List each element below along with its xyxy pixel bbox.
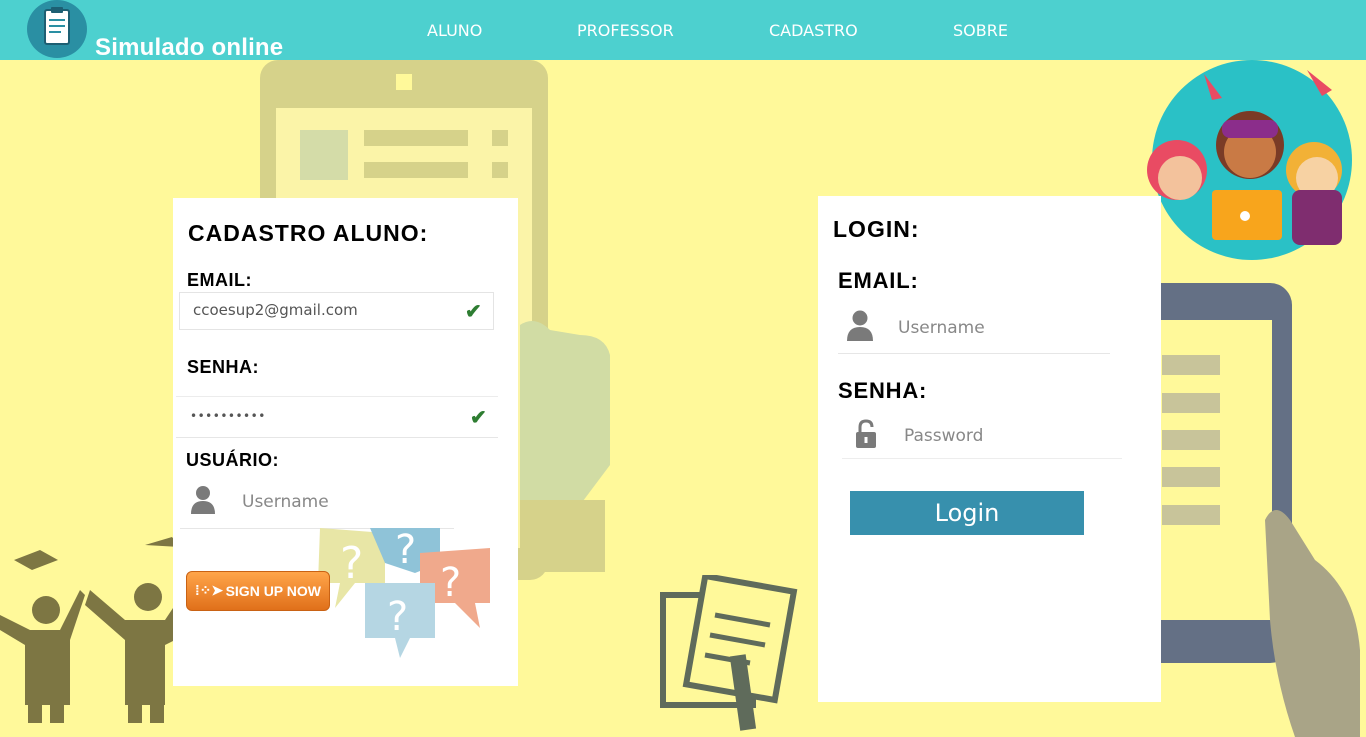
nav-sobre[interactable]: SOBRE xyxy=(953,21,1008,40)
register-email-label: EMAIL: xyxy=(187,270,252,290)
hand-stylus-illustration xyxy=(1265,510,1360,737)
register-senha-input[interactable] xyxy=(190,409,440,423)
question-bubbles-illustration: ? ? ? ? xyxy=(318,528,490,658)
login-senha-label: SENHA: xyxy=(838,378,928,403)
register-email-field: ✔ xyxy=(179,292,494,330)
hand-illustration xyxy=(520,321,610,572)
login-password-field xyxy=(842,410,1122,459)
site-title[interactable]: Simulado online xyxy=(95,34,283,62)
svg-text:?: ? xyxy=(395,528,416,573)
tablet-lines-illustration xyxy=(1162,355,1220,525)
user-icon xyxy=(191,486,215,514)
register-usuario-label: USUÁRIO: xyxy=(186,450,279,470)
clipboard-icon[interactable] xyxy=(27,0,87,58)
register-usuario-input[interactable] xyxy=(242,492,442,512)
nav-aluno[interactable]: ALUNO xyxy=(427,21,482,40)
check-icon: ✔ xyxy=(470,407,487,429)
kids-illustration xyxy=(1147,60,1352,260)
register-email-input[interactable] xyxy=(193,301,453,319)
lock-icon xyxy=(856,419,876,448)
register-senha-label: SENHA: xyxy=(187,357,260,377)
signup-button[interactable]: ⁞⁘➤ SIGN UP NOW xyxy=(186,571,330,611)
login-username-input[interactable] xyxy=(898,318,1098,338)
svg-text:?: ? xyxy=(387,594,408,640)
login-username-field xyxy=(838,303,1110,354)
login-password-input[interactable] xyxy=(904,426,1104,446)
login-email-label: EMAIL: xyxy=(838,268,919,293)
check-icon: ✔ xyxy=(465,301,482,323)
login-title: LOGIN: xyxy=(833,216,920,242)
phone-content-illustration xyxy=(300,74,508,180)
clipboard-icon-graphic xyxy=(44,7,70,45)
arrow-dots-icon: ⁞⁘➤ xyxy=(195,582,224,598)
register-senha-field: ✔ xyxy=(176,396,498,438)
user-icon xyxy=(847,310,873,341)
svg-text:?: ? xyxy=(440,560,461,606)
register-usuario-field xyxy=(180,478,454,529)
register-title: CADASTRO ALUNO: xyxy=(188,220,429,246)
document-pencil-illustration xyxy=(660,575,798,731)
signup-button-label: SIGN UP NOW xyxy=(225,583,321,599)
graduates-illustration xyxy=(0,537,180,723)
nav-cadastro[interactable]: CADASTRO xyxy=(769,21,858,40)
login-button[interactable]: Login xyxy=(850,491,1084,535)
svg-text:?: ? xyxy=(340,538,363,589)
nav-professor[interactable]: PROFESSOR xyxy=(577,21,674,40)
